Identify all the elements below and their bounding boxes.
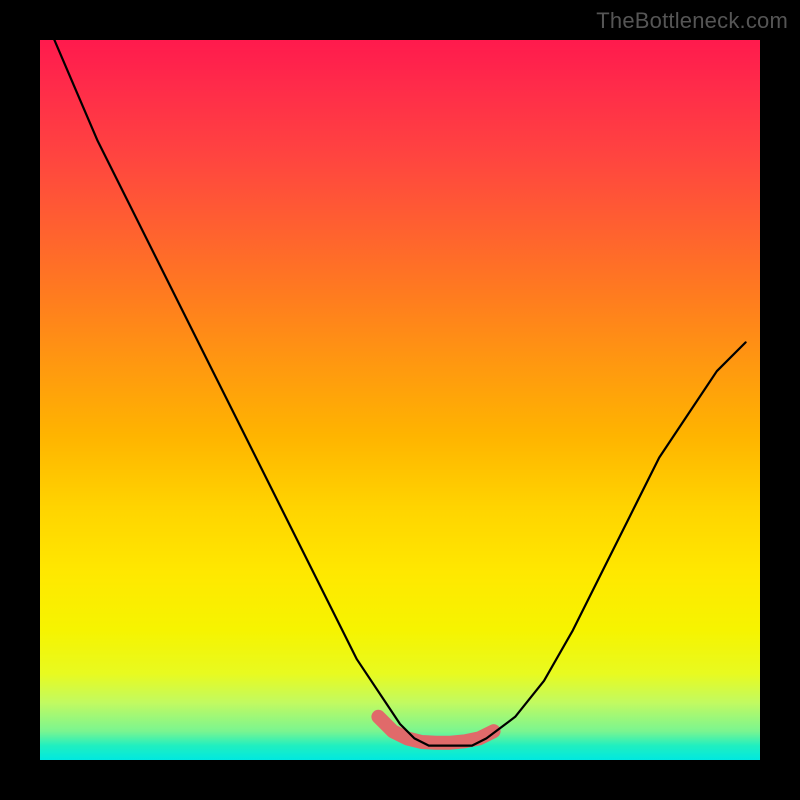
- watermark-text: TheBottleneck.com: [596, 8, 788, 34]
- frame-border-right: [760, 0, 800, 800]
- chart-svg: [40, 40, 760, 760]
- valley-highlight-line: [378, 717, 493, 743]
- frame-border-left: [0, 0, 40, 800]
- chart-plot-area: [40, 40, 760, 760]
- bottleneck-curve: [54, 40, 745, 746]
- frame-border-bottom: [0, 760, 800, 800]
